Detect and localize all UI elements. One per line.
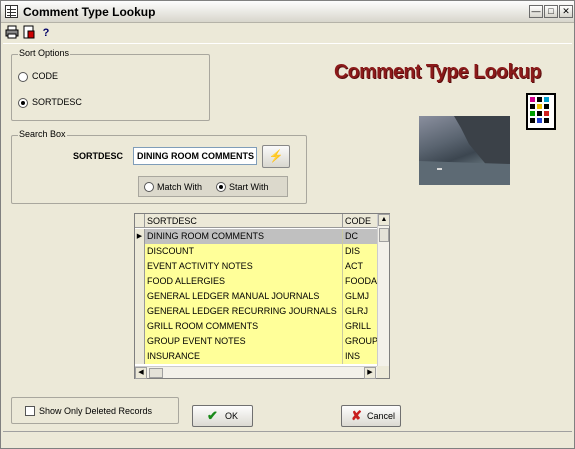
table-row[interactable]: INSURANCE INS — [135, 349, 377, 364]
sort-sortdesc-label[interactable]: SORTDESC — [32, 97, 82, 107]
table-icon — [5, 5, 18, 18]
help-icon[interactable]: ? — [38, 25, 54, 41]
horizontal-scrollbar[interactable]: ◀ ▶ — [135, 366, 377, 379]
toolbar-separator — [3, 43, 572, 44]
minimize-button[interactable]: — — [529, 5, 543, 18]
search-input[interactable]: DINING ROOM COMMENTS — [133, 147, 257, 165]
horizontal-scroll-thumb[interactable] — [149, 368, 163, 378]
ok-label: OK — [225, 411, 239, 421]
cancel-label: Cancel — [367, 411, 396, 421]
checkmark-icon: ✔ — [207, 408, 218, 423]
start-with-label[interactable]: Start With — [229, 182, 269, 192]
column-header-code[interactable]: CODE — [343, 214, 377, 228]
show-deleted-label[interactable]: Show Only Deleted Records — [39, 406, 152, 416]
table-row[interactable]: EVENT ACTIVITY NOTES ACT — [135, 259, 377, 274]
current-row-indicator-icon: ▶ — [135, 229, 145, 244]
vertical-scroll-thumb[interactable] — [379, 228, 389, 242]
table-row[interactable]: GRILL ROOM COMMENTS GRILL — [135, 319, 377, 334]
scenic-photo — [419, 116, 510, 185]
scroll-left-icon[interactable]: ◀ — [135, 367, 147, 379]
sort-sortdesc-radio[interactable] — [18, 98, 28, 108]
banner-title: Comment Type Lookup — [334, 61, 542, 83]
search-field-label: SORTDESC — [73, 151, 124, 161]
match-mode-box: Match With Start With — [138, 176, 288, 197]
vertical-scrollbar[interactable]: ▲ — [377, 214, 390, 366]
maximize-button[interactable]: □ — [544, 5, 558, 18]
table-row[interactable]: FOOD ALLERGIES FOODA — [135, 274, 377, 289]
table-row[interactable]: DISCOUNT DIS — [135, 244, 377, 259]
table-row[interactable]: ▶ DINING ROOM COMMENTS DC — [135, 229, 377, 244]
ok-button[interactable]: ✔ OK — [192, 405, 253, 427]
deleted-filter-group: Show Only Deleted Records — [11, 397, 179, 424]
sort-code-radio[interactable] — [18, 72, 28, 82]
table-row[interactable]: GENERAL LEDGER MANUAL JOURNALS GLMJ — [135, 289, 377, 304]
status-bar — [3, 431, 572, 447]
grid-header: SORTDESC CODE — [135, 214, 377, 228]
printer-icon[interactable] — [4, 25, 20, 41]
match-with-label[interactable]: Match With — [157, 182, 202, 192]
lightning-icon: ⚡ — [268, 149, 284, 163]
window-title: Comment Type Lookup — [23, 5, 156, 19]
table-row[interactable]: GROUP EVENT NOTES GROUP — [135, 334, 377, 349]
start-with-radio[interactable] — [216, 182, 226, 192]
match-with-radio[interactable] — [144, 182, 154, 192]
table-row[interactable]: GENERAL LEDGER RECURRING JOURNALS GLRJ — [135, 304, 377, 319]
sort-options-legend: Sort Options — [18, 48, 71, 58]
lookup-grid[interactable]: SORTDESC CODE ▶ DINING ROOM COMMENTS DC … — [134, 213, 390, 379]
cancel-button[interactable]: ✘ Cancel — [341, 405, 401, 427]
toolbar: ? — [4, 25, 64, 41]
sort-options-group: Sort Options CODE SORTDESC — [11, 48, 210, 121]
search-box-legend: Search Box — [18, 129, 67, 139]
close-button[interactable]: ✕ — [559, 5, 573, 18]
scroll-right-icon[interactable]: ▶ — [364, 367, 376, 379]
scroll-up-icon[interactable]: ▲ — [378, 214, 390, 226]
report-icon[interactable] — [21, 25, 37, 41]
x-mark-icon: ✘ — [351, 408, 362, 423]
column-header-sortdesc[interactable]: SORTDESC — [145, 214, 343, 228]
app-logo — [526, 93, 556, 130]
title-bar: Comment Type Lookup — □ ✕ — [1, 1, 574, 23]
show-deleted-checkbox[interactable] — [25, 406, 35, 416]
sort-code-label[interactable]: CODE — [32, 71, 58, 81]
search-go-button[interactable]: ⚡ — [262, 145, 290, 168]
lookup-window: Comment Type Lookup — □ ✕ ? Sort Options… — [0, 0, 575, 449]
